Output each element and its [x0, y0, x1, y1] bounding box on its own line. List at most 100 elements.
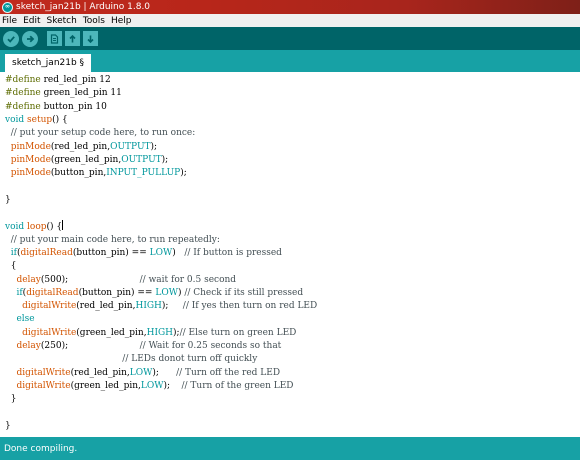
- code-token: // If button is pressed: [184, 247, 282, 258]
- toolbar: [0, 27, 580, 50]
- code-line: // put your setup code here, to run once…: [5, 127, 196, 140]
- code-line: pinMode(button_pin,INPUT_PULLUP);: [5, 167, 187, 180]
- tab-sketch[interactable]: sketch_jan21b §: [5, 54, 92, 72]
- code-line: delay(500); // wait for 0.5 second: [5, 274, 236, 287]
- code-token: OUTPUT: [121, 154, 162, 165]
- code-token: digitalWrite: [22, 327, 77, 338]
- code-line: // put your main code here, to run repea…: [5, 234, 220, 247]
- code-token: {: [5, 261, 17, 272]
- code-token: // wait for 0.5 second: [139, 274, 237, 285]
- code-token: else: [16, 314, 35, 325]
- code-token: LOW: [155, 287, 178, 298]
- code-token: green_led_pin 11: [43, 88, 122, 99]
- code-token: delay: [16, 341, 41, 351]
- code-token: digitalWrite: [22, 301, 77, 312]
- code-token: ): [172, 247, 185, 258]
- code-token: LOW: [140, 380, 164, 391]
- code-token: // If yes then turn on red LED: [182, 301, 318, 312]
- code-token: (red_led_pin,: [70, 367, 130, 378]
- code-token: (500);: [40, 274, 140, 285]
- code-line: pinMode(red_led_pin,OUTPUT);: [5, 141, 157, 154]
- text-caret: [62, 220, 64, 231]
- code-token: }: [5, 394, 17, 405]
- code-token: (red_led_pin,: [50, 141, 111, 152]
- code-token: digitalRead: [20, 247, 73, 258]
- upload-icon: [27, 35, 35, 42]
- code-token: #define: [5, 101, 44, 112]
- code-line: void loop() {: [5, 220, 64, 233]
- code-token: // put your main code here, to run repea…: [5, 234, 220, 245]
- code-token: );: [180, 168, 187, 179]
- verify-button[interactable]: [3, 30, 19, 47]
- code-token: loop: [27, 222, 47, 233]
- code-line: {: [5, 260, 17, 273]
- new-icon: [50, 33, 59, 44]
- code-line: void setup() {: [5, 114, 68, 127]
- code-token: // Turn off the red LED: [176, 367, 281, 378]
- code-token: (green_led_pin,: [76, 327, 147, 338]
- code-line: }: [5, 194, 11, 207]
- title-bar: ∞ sketch_jan21b | Arduino 1.8.0: [0, 0, 580, 14]
- verify-icon: [7, 35, 15, 43]
- code-token: HIGH: [135, 301, 162, 312]
- code-line: // LEDs donot turn off quickly: [5, 353, 257, 366]
- code-line: delay(250); // Wait for 0.25 seconds so …: [5, 340, 281, 353]
- arduino-logo-icon: ∞: [2, 1, 13, 13]
- code-token: (green_led_pin,: [50, 154, 122, 165]
- status-message: Done compiling.: [4, 443, 78, 454]
- menu-tools[interactable]: Tools: [83, 16, 105, 26]
- open-button[interactable]: [65, 31, 80, 46]
- code-token: INPUT_PULLUP: [106, 168, 181, 179]
- code-token: (red_led_pin,: [76, 301, 136, 312]
- code-token: digitalRead: [26, 287, 79, 298]
- code-line: #define green_led_pin 11: [5, 87, 122, 100]
- window-title: sketch_jan21b | Arduino 1.8.0: [16, 2, 151, 12]
- code-line: #define button_pin 10: [5, 101, 107, 114]
- code-line: else: [5, 313, 35, 326]
- code-token: LOW: [149, 247, 173, 258]
- code-line: if(digitalRead(button_pin) == LOW) // Ch…: [5, 287, 303, 300]
- code-token: pinMode: [10, 168, 51, 179]
- code-token: (250);: [40, 341, 140, 351]
- code-line: if(digitalRead(button_pin) == LOW) // If…: [5, 247, 282, 260]
- code-token: () {: [52, 114, 68, 125]
- open-icon: [69, 34, 76, 42]
- new-button[interactable]: [47, 31, 62, 46]
- menu-sketch[interactable]: Sketch: [47, 16, 77, 26]
- code-token: red_led_pin 12: [43, 75, 111, 85]
- code-token: () {: [46, 222, 63, 233]
- code-token: LOW: [129, 367, 153, 378]
- code-token: }: [5, 420, 11, 431]
- code-editor[interactable]: #define red_led_pin 12 #define green_led_…: [0, 72, 580, 437]
- upload-button[interactable]: [22, 30, 38, 47]
- menu-edit[interactable]: Edit: [23, 16, 40, 26]
- code-token: pinMode: [10, 154, 51, 165]
- save-button[interactable]: [83, 31, 98, 46]
- code-token: void: [5, 222, 28, 233]
- code-token: );: [161, 301, 183, 312]
- menu-file[interactable]: File: [2, 16, 17, 26]
- code-line: pinMode(green_led_pin,OUTPUT);: [5, 154, 168, 167]
- status-bar: Done compiling.: [0, 437, 580, 460]
- code-token: // Else turn on green LED: [179, 327, 297, 338]
- code-token: );: [152, 367, 177, 378]
- code-line: digitalWrite(green_led_pin,HIGH);// Else…: [5, 327, 296, 340]
- code-line: #define red_led_pin 12: [5, 74, 111, 87]
- code-token: (button_pin) ==: [78, 287, 156, 298]
- code-token: // Check if its still pressed: [184, 287, 304, 298]
- code-token: OUTPUT: [110, 141, 151, 152]
- code-line: }: [5, 393, 17, 406]
- code-token: setup: [27, 114, 53, 125]
- code-token: pinMode: [10, 141, 51, 152]
- tab-bar: sketch_jan21b §: [0, 50, 580, 72]
- code-line: digitalWrite(red_led_pin,HIGH); // If ye…: [5, 300, 317, 313]
- code-token: #define: [5, 88, 44, 99]
- menu-help[interactable]: Help: [111, 16, 132, 26]
- code-token: // Turn of the green LED: [181, 380, 294, 391]
- code-token: delay: [16, 274, 41, 285]
- code-token: #define: [5, 75, 44, 85]
